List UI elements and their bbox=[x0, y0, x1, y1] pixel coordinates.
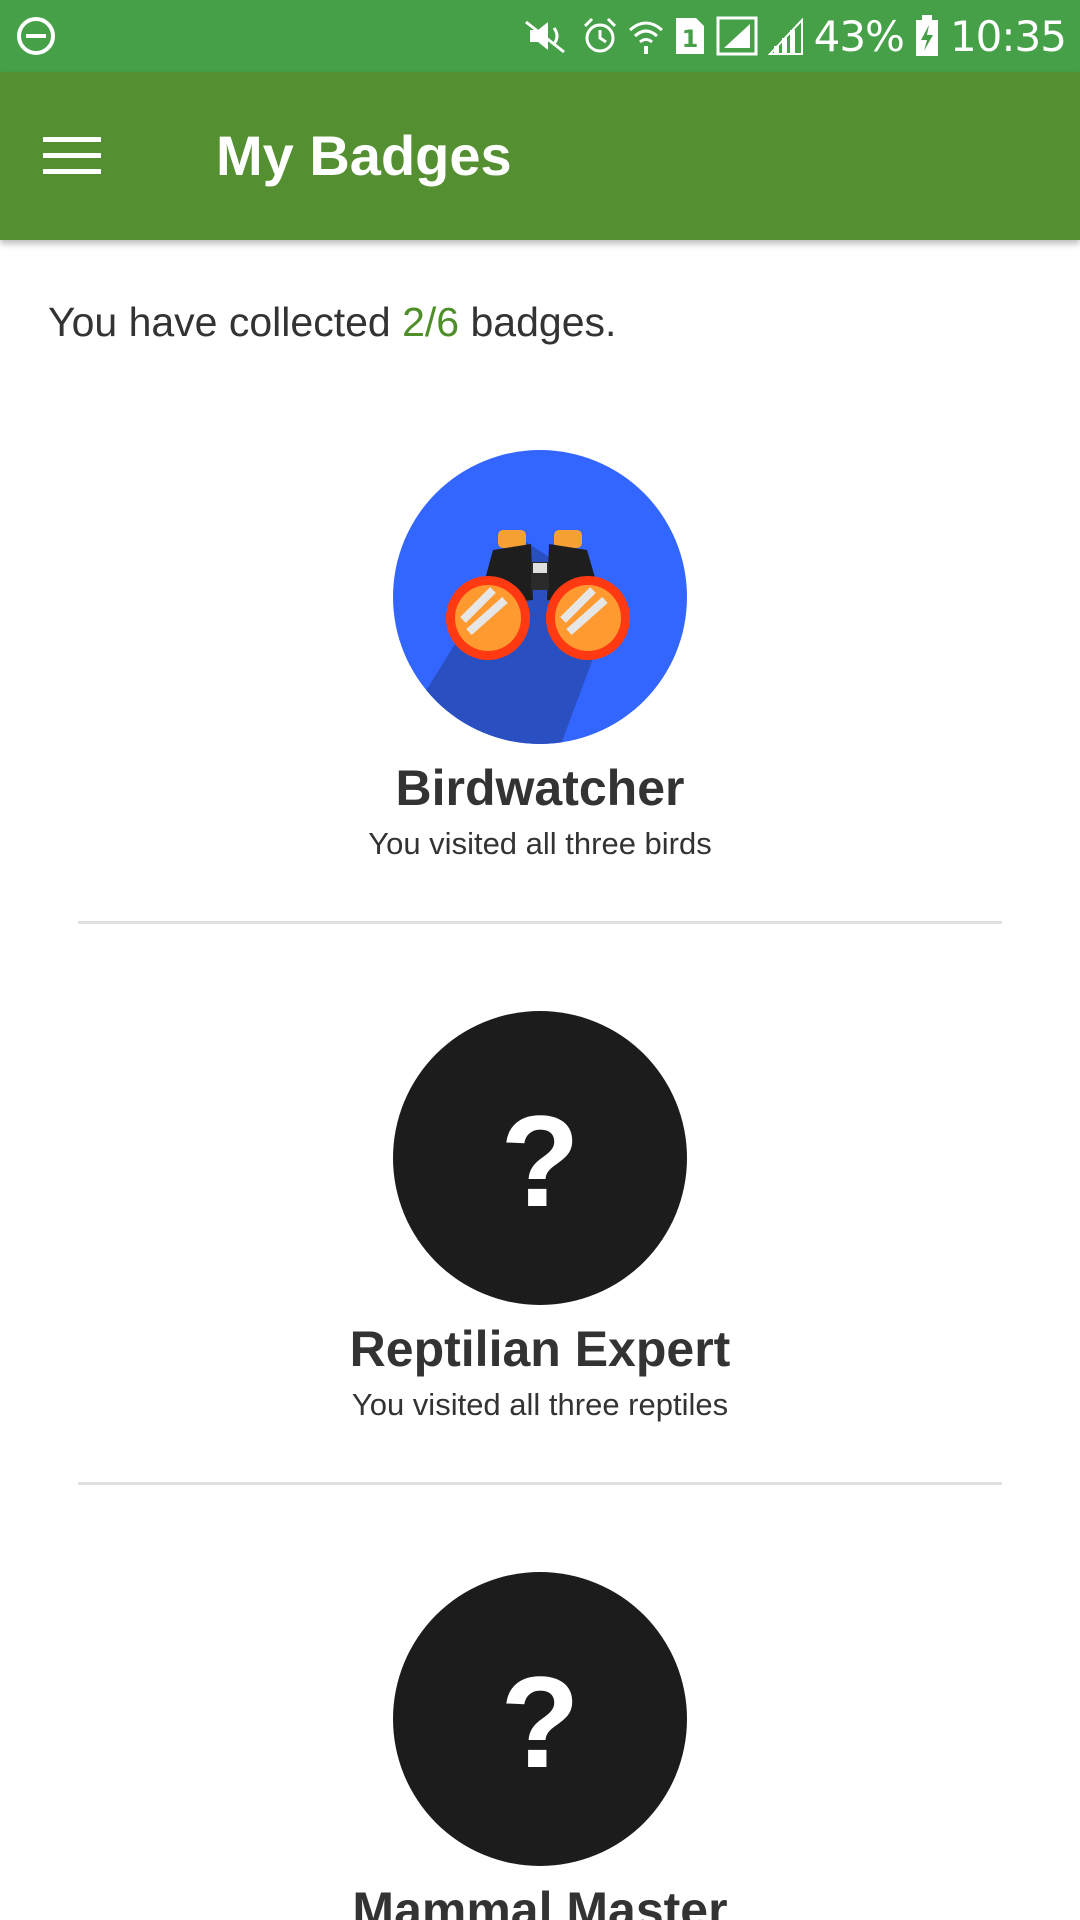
binoculars-icon bbox=[393, 530, 630, 744]
status-bar: 1 43% 10:35 bbox=[0, 0, 1080, 72]
badge-image: ? bbox=[393, 1572, 687, 1866]
badge-description: You visited all three reptiles bbox=[351, 1387, 729, 1422]
badge-description: You visited all three birds bbox=[368, 826, 712, 861]
alarm-icon bbox=[582, 16, 618, 56]
dnd-icon bbox=[14, 14, 58, 58]
signal-icon bbox=[716, 16, 758, 56]
badge-name: Birdwatcher bbox=[395, 760, 685, 816]
mute-icon bbox=[524, 16, 572, 56]
badge-name: Reptilian Expert bbox=[349, 1321, 731, 1377]
badge-image bbox=[393, 450, 687, 744]
summary-prefix: You have collected bbox=[48, 299, 403, 345]
badge-image: ? bbox=[393, 1011, 687, 1305]
status-icons: 1 43% 10:35 bbox=[524, 0, 1067, 72]
menu-button[interactable] bbox=[28, 116, 116, 196]
wifi-icon bbox=[628, 16, 664, 56]
summary-suffix: badges. bbox=[459, 299, 617, 345]
signal-icon bbox=[767, 16, 804, 56]
clock: 10:35 bbox=[949, 11, 1067, 61]
sim-icon: 1 bbox=[674, 16, 706, 56]
divider bbox=[78, 1482, 1002, 1485]
battery-charging-icon bbox=[914, 15, 940, 57]
divider bbox=[78, 921, 1002, 924]
question-mark-icon: ? bbox=[500, 1649, 580, 1795]
badge-count: 2/6 bbox=[402, 299, 460, 345]
app-bar: My Badges bbox=[0, 72, 1080, 240]
collection-summary: You have collected 2/6 badges. bbox=[48, 298, 616, 346]
svg-text:1: 1 bbox=[681, 25, 698, 53]
hamburger-menu-icon bbox=[43, 137, 101, 174]
battery-percent: 43% bbox=[813, 11, 905, 61]
badges-list[interactable]: You have collected 2/6 badges. Birdwatch… bbox=[0, 240, 1080, 1920]
question-mark-icon: ? bbox=[500, 1088, 580, 1234]
page-title: My Badges bbox=[216, 124, 512, 187]
badge-name: Mammal Master bbox=[352, 1882, 728, 1920]
